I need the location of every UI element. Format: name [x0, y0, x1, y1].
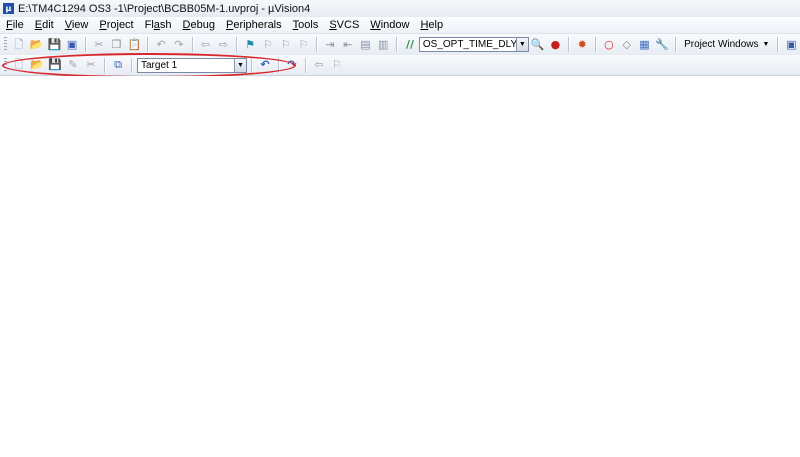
- find-icon[interactable]: 🔍: [530, 37, 546, 53]
- toolbar-separator: [84, 37, 86, 52]
- breakpoint-icon[interactable]: ○: [601, 37, 617, 53]
- find-combo[interactable]: OS_OPT_TIME_DLY ▼: [418, 37, 529, 52]
- uvision-icon: μ: [3, 3, 14, 14]
- new-file-icon[interactable]: 🗋: [11, 37, 27, 53]
- build-toolbar: 🗋 📂 💾 ✎ ✂ ⧉ Target 1 ▼ ↶ ↷ ⇦ ⚐: [0, 55, 800, 76]
- menu-window[interactable]: Window: [364, 19, 414, 31]
- main-toolbar: 🗋 📂 💾 ▣ ✂ ❐ 📋 ↶ ↷ ⇦ ⇨ ⚑ ⚐ ⚐ ⚐ ⇥ ⇤ ▤ ▥ //…: [0, 34, 800, 55]
- toolbar-grip[interactable]: [4, 37, 7, 52]
- undo-icon[interactable]: ↶: [257, 57, 273, 73]
- menu-view[interactable]: View: [59, 19, 94, 31]
- toolbar-separator: [316, 37, 318, 52]
- paste-icon[interactable]: 📋: [126, 37, 142, 53]
- project-windows-label: Project Windows: [684, 39, 759, 50]
- chevron-down-icon[interactable]: ▼: [234, 58, 246, 72]
- toolbar-separator: [191, 37, 193, 52]
- open-folder-icon[interactable]: 📂: [29, 37, 45, 53]
- configure-icon[interactable]: ▦: [637, 37, 653, 53]
- build-icon[interactable]: ✂: [83, 57, 99, 73]
- title-bar: μ E:\TM4C1294 OS3 -1\Project\BCBB05M-1.u…: [0, 0, 800, 17]
- chevron-down-icon: ▼: [762, 41, 770, 48]
- debug-session-icon[interactable]: ●: [548, 37, 564, 53]
- find-combo-value: OS_OPT_TIME_DLY: [422, 39, 516, 50]
- save-all-icon[interactable]: ▣: [64, 37, 80, 53]
- flag-icon[interactable]: ⚐: [329, 57, 345, 73]
- cut-icon[interactable]: ✂: [91, 37, 107, 53]
- menu-svcs[interactable]: SVCS: [323, 19, 364, 31]
- prev-bookmark-icon[interactable]: ⚐: [260, 37, 276, 53]
- copy-icon[interactable]: ❐: [109, 37, 125, 53]
- workspace-area: [0, 76, 800, 457]
- undo-icon[interactable]: ↶: [153, 37, 169, 53]
- toolbar-separator: [396, 37, 398, 52]
- menu-file[interactable]: File: [0, 19, 29, 31]
- chevron-down-icon[interactable]: ▼: [515, 38, 528, 51]
- toolbar-separator: [568, 37, 570, 52]
- toolbar-separator: [278, 57, 279, 73]
- start-debug-icon[interactable]: ✹: [574, 37, 590, 53]
- wrench-icon[interactable]: 🔧: [654, 37, 670, 53]
- menu-bar: File Edit View Project Flash Debug Perip…: [0, 17, 800, 34]
- find-in-files-icon[interactable]: //: [402, 37, 418, 53]
- target-combo[interactable]: Target 1 ▼: [137, 57, 247, 73]
- target-combo-value: Target 1: [141, 59, 178, 71]
- clear-bookmarks-icon[interactable]: ⚐: [295, 37, 311, 53]
- menu-help[interactable]: Help: [414, 19, 448, 31]
- uncomment-icon[interactable]: ▥: [375, 37, 391, 53]
- menu-tools[interactable]: Tools: [287, 19, 324, 31]
- menu-peripherals[interactable]: Peripherals: [220, 19, 287, 31]
- toolbar-separator: [147, 37, 149, 52]
- new-file-icon[interactable]: 🗋: [11, 57, 27, 73]
- unindent-icon[interactable]: ⇤: [340, 37, 356, 53]
- indent-icon[interactable]: ⇥: [322, 37, 338, 53]
- toolbar-separator: [595, 37, 597, 52]
- save-icon[interactable]: 💾: [46, 37, 62, 53]
- translate-icon[interactable]: ✎: [65, 57, 81, 73]
- redo-icon[interactable]: ↷: [284, 57, 300, 73]
- menu-project[interactable]: Project: [93, 19, 138, 31]
- toolbar-separator: [777, 37, 779, 52]
- open-folder-icon[interactable]: 📂: [29, 57, 45, 73]
- redo-icon[interactable]: ↷: [171, 37, 187, 53]
- toolbar-separator: [305, 57, 306, 73]
- toolbar-grip[interactable]: [4, 57, 7, 73]
- navigate-forward-icon[interactable]: ⇨: [215, 37, 231, 53]
- navigate-back-icon[interactable]: ⇦: [198, 37, 214, 53]
- window-title: E:\TM4C1294 OS3 -1\Project\BCBB05M-1.uvp…: [18, 2, 311, 15]
- toolbar-separator: [251, 57, 252, 73]
- toolbar-separator: [675, 37, 677, 52]
- menu-debug[interactable]: Debug: [177, 19, 220, 31]
- save-icon[interactable]: 💾: [47, 57, 63, 73]
- bookmark-icon[interactable]: ⚑: [242, 37, 258, 53]
- configuration-icon[interactable]: ▣: [783, 37, 799, 53]
- project-windows-dropdown[interactable]: Project Windows ▼: [680, 37, 773, 53]
- toolbar-separator: [104, 57, 105, 73]
- rebuild-icon[interactable]: ⧉: [110, 57, 126, 73]
- toolbar-separator: [131, 57, 132, 73]
- menu-flash[interactable]: Flash: [139, 19, 177, 31]
- toolbar-separator: [236, 37, 238, 52]
- comment-icon[interactable]: ▤: [358, 37, 374, 53]
- enable-breakpoint-icon[interactable]: ◇: [619, 37, 635, 53]
- next-bookmark-icon[interactable]: ⚐: [278, 37, 294, 53]
- back-icon[interactable]: ⇦: [311, 57, 327, 73]
- menu-edit[interactable]: Edit: [29, 19, 59, 31]
